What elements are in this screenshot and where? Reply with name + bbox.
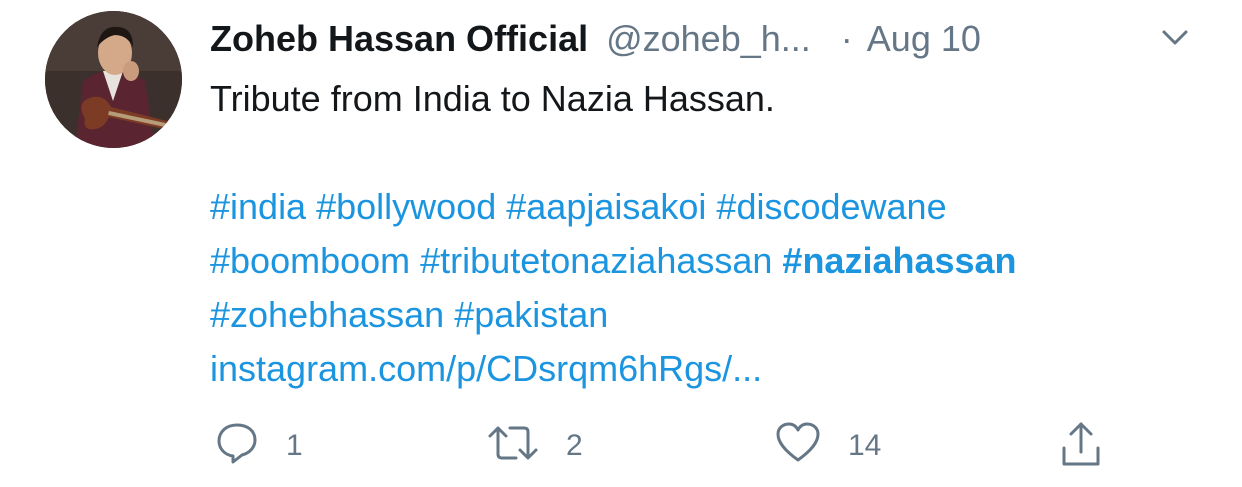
retweet-arrows-icon	[486, 420, 540, 471]
hashtag-aapjaisakoi[interactable]: #aapjaisakoi	[506, 186, 706, 227]
hashtag-discodewane[interactable]: #discodewane	[716, 186, 946, 227]
retweet-button[interactable]: 2	[486, 420, 583, 471]
hashtag-line: #boomboom #tributetonaziahassan #naziaha…	[210, 234, 1220, 288]
share-upload-icon	[1058, 420, 1104, 475]
like-count: 14	[848, 428, 882, 462]
like-button[interactable]: 14	[774, 420, 881, 471]
speech-bubble-icon	[214, 420, 260, 471]
share-button[interactable]	[1058, 420, 1104, 475]
reply-button[interactable]: 1	[214, 420, 303, 471]
hashtag-naziahassan[interactable]: #naziahassan	[782, 240, 1016, 281]
author-name[interactable]: Zoheb Hassan Official	[210, 18, 588, 60]
hashtag-boomboom[interactable]: #boomboom	[210, 240, 410, 281]
hashtag-line: #zohebhassan #pakistan	[210, 288, 1220, 342]
separator-dot: ·	[840, 18, 853, 59]
hashtag-pakistan[interactable]: #pakistan	[454, 294, 608, 335]
author-handle[interactable]: @zoheb_h...	[606, 18, 811, 60]
instagram-link[interactable]: instagram.com/p/CDsrqm6hRgs/...	[210, 348, 762, 389]
hashtag-india[interactable]: #india	[210, 186, 306, 227]
tweet-text: Tribute from India to Nazia Hassan. #ind…	[210, 72, 1220, 396]
heart-icon	[774, 420, 822, 471]
avatar[interactable]	[45, 11, 182, 148]
hashtag-zohebhassan[interactable]: #zohebhassan	[210, 294, 444, 335]
tweet-date[interactable]: Aug 10	[867, 18, 981, 60]
retweet-count: 2	[566, 428, 583, 462]
hashtag-line: #india #bollywood #aapjaisakoi #discodew…	[210, 180, 1220, 234]
tweet-actions: 1 2 14	[210, 420, 1242, 476]
hashtag-tributetonaziahassan[interactable]: #tributetonaziahassan	[420, 240, 772, 281]
chevron-down-icon[interactable]	[1158, 24, 1192, 50]
hashtag-bollywood[interactable]: #bollywood	[316, 186, 496, 227]
reply-count: 1	[286, 428, 303, 462]
tweet-header: Zoheb Hassan Official @zoheb_h... · Aug …	[210, 14, 981, 64]
tweet-text-line: Tribute from India to Nazia Hassan.	[210, 78, 775, 119]
